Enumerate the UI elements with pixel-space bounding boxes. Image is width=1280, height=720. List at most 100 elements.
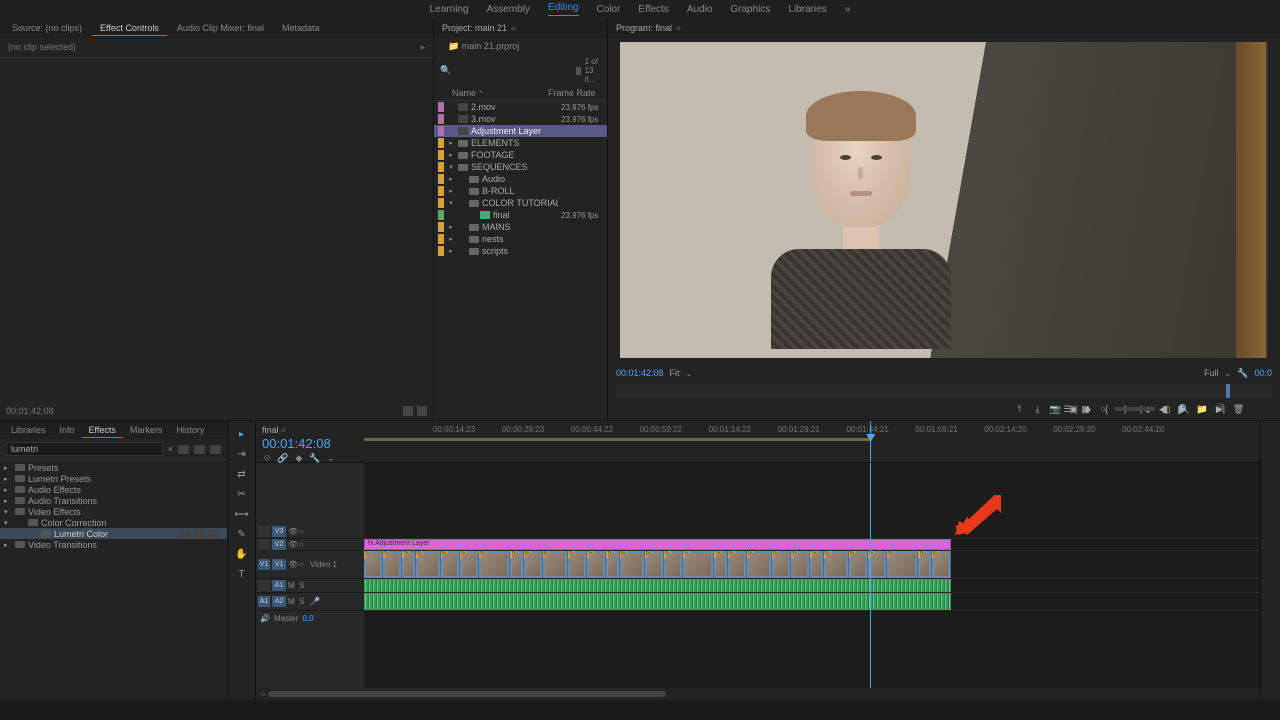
project-header[interactable]: Project: main 21 ≡ <box>434 18 607 38</box>
video-clip[interactable]: fx <box>683 551 714 578</box>
work-area-bar[interactable] <box>364 438 870 441</box>
video-clip[interactable]: fx <box>747 551 772 578</box>
ws-color[interactable]: Color <box>597 4 621 15</box>
project-item[interactable]: ▸FOOTAGE <box>434 149 607 161</box>
res-dropdown-icon[interactable]: ⌄ <box>1225 369 1232 378</box>
lock-icon[interactable]: ○ <box>299 527 308 536</box>
adjustment-layer-clip[interactable]: fx Adjustment Layer <box>364 539 951 550</box>
effects-tree-item[interactable]: ▸Lumetri Presets <box>0 473 227 484</box>
solo-icon[interactable]: S <box>299 597 308 606</box>
resolution-full[interactable]: Full <box>1204 368 1219 378</box>
ws-effects[interactable]: Effects <box>638 4 668 15</box>
project-item[interactable]: ▾COLOR TUTORIAL <box>434 197 607 209</box>
hand-tool[interactable]: ✋ <box>235 547 249 561</box>
new-bin-button[interactable]: 📁 <box>1196 403 1209 416</box>
video-clip[interactable]: fx <box>587 551 606 578</box>
extract-button[interactable]: ⤓ <box>1031 403 1044 416</box>
marker-icon[interactable]: ◆ <box>294 453 304 463</box>
project-item[interactable]: ▸ELEMENTS <box>434 137 607 149</box>
tab-info[interactable]: Info <box>53 423 82 437</box>
lock-icon[interactable]: ○ <box>299 540 308 549</box>
mute-icon[interactable]: 🔊 <box>260 614 270 623</box>
effects-tree-item[interactable]: ▸Audio Effects <box>0 484 227 495</box>
video-clip[interactable]: fx <box>364 551 383 578</box>
video-clip[interactable]: fx <box>772 551 791 578</box>
video-clip[interactable]: fx <box>383 551 402 578</box>
project-breadcrumb[interactable]: 📁 main 21.prproj <box>434 38 607 55</box>
project-column-headers[interactable]: Name⌃ Frame Rate <box>434 86 607 101</box>
solo-icon[interactable]: S <box>299 581 308 590</box>
video-clip[interactable]: fx <box>932 551 951 578</box>
sequence-tab[interactable]: final ≡ <box>262 425 358 435</box>
razor-tool[interactable]: ✂ <box>235 487 249 501</box>
video-clip[interactable]: fx <box>728 551 747 578</box>
snap-icon[interactable]: ⟐ <box>262 453 272 463</box>
lane-a1[interactable] <box>364 579 1260 593</box>
effects-tree-item[interactable]: ▸Audio Transitions <box>0 495 227 506</box>
tab-source[interactable]: Source: (no clips) <box>4 21 90 35</box>
effects-tree-item[interactable]: ▸Video Transitions <box>0 539 227 550</box>
project-item[interactable]: ▸B-ROLL <box>434 185 607 197</box>
video-clip[interactable]: fx <box>714 551 727 578</box>
project-search-input[interactable] <box>455 66 572 76</box>
tab-markers[interactable]: Markers <box>123 423 170 437</box>
video-clip[interactable]: fx <box>606 551 619 578</box>
zoom-out-icon[interactable]: ○ <box>260 689 266 700</box>
seq-close-icon[interactable]: ≡ <box>281 426 286 435</box>
project-item[interactable]: 2.mov23.976 fps <box>434 101 607 113</box>
video-clip[interactable]: fx <box>849 551 868 578</box>
ws-graphics[interactable]: Graphics <box>730 4 770 15</box>
track-header-v3[interactable]: V3 👁 ○ <box>256 525 364 539</box>
project-item[interactable]: ▸nests <box>434 233 607 245</box>
lane-v1[interactable]: fxfxfxfxfxfxfxfxfxfxfxfxfxfxfxfxfxfxfxfx… <box>364 551 1260 579</box>
accel-badge-icon[interactable] <box>178 445 189 454</box>
program-header[interactable]: Program: final ≡ <box>608 18 1280 38</box>
scrub-position[interactable] <box>1226 384 1230 398</box>
ruler-playhead[interactable] <box>870 421 871 462</box>
settings-icon[interactable]: 🔧 <box>310 453 320 463</box>
triangle-icon[interactable]: ▸ <box>420 42 425 53</box>
auto-icon[interactable]: ◧ <box>1160 403 1173 416</box>
eye-icon[interactable]: 👁 <box>288 540 297 549</box>
a1-source-toggle[interactable]: A1 <box>258 596 270 607</box>
panel-menu-icon[interactable]: ≡ <box>511 24 516 33</box>
type-tool[interactable]: T <box>235 567 249 581</box>
slip-tool[interactable]: ⟷ <box>235 507 249 521</box>
v1-source-toggle[interactable]: V1 <box>258 559 270 570</box>
track-header-a2[interactable]: A1 A2 M S 🎤 <box>256 593 364 611</box>
zoom-fit[interactable]: Fit <box>670 368 680 378</box>
project-item[interactable]: ▸scripts <box>434 245 607 257</box>
video-clip[interactable]: fx <box>918 551 931 578</box>
mute-icon[interactable]: M <box>288 597 297 606</box>
effects-tree[interactable]: ▸Presets▸Lumetri Presets▸Audio Effects▸A… <box>0 460 227 700</box>
effects-search-input[interactable] <box>6 442 163 456</box>
project-item[interactable]: 3.mov23.976 fps <box>434 113 607 125</box>
lane-v3[interactable] <box>364 525 1260 539</box>
ripple-edit-tool[interactable]: ⇄ <box>235 467 249 481</box>
timeline-tc[interactable]: 00:01:42:08 <box>262 436 358 451</box>
ws-overflow[interactable]: » <box>845 4 851 15</box>
pen-tool[interactable]: ✎ <box>235 527 249 541</box>
video-clip[interactable]: fx <box>460 551 479 578</box>
ws-editing[interactable]: Editing <box>548 2 579 16</box>
source-icon-2[interactable] <box>417 406 427 416</box>
audio-clip-a2[interactable] <box>364 593 951 610</box>
track-content[interactable]: fx Adjustment Layer fxfxfxfxfxfxfxfxfxfx… <box>364 463 1260 688</box>
col-framerate[interactable]: Frame Rate <box>548 88 596 98</box>
program-monitor[interactable] <box>608 38 1280 362</box>
scroll-thumb[interactable] <box>268 691 666 697</box>
tab-audio-mixer[interactable]: Audio Clip Mixer: final <box>169 21 272 35</box>
eye-icon[interactable]: 👁 <box>288 560 297 569</box>
tab-libraries[interactable]: Libraries <box>4 423 53 437</box>
timeline-scrollbar[interactable]: ○ <box>256 688 1260 700</box>
ws-learning[interactable]: Learning <box>430 4 469 15</box>
tab-history[interactable]: History <box>169 423 211 437</box>
col-name[interactable]: Name <box>452 88 476 98</box>
tab-metadata[interactable]: Metadata <box>274 21 328 35</box>
new-item-button[interactable]: 🗎 <box>1214 403 1227 416</box>
video-clip[interactable]: fx <box>791 551 810 578</box>
mute-icon[interactable]: M <box>288 581 297 590</box>
project-item[interactable]: ▾SEQUENCES <box>434 161 607 173</box>
video-clip[interactable]: fx <box>416 551 441 578</box>
zoom-dropdown-icon[interactable]: ⌄ <box>686 369 693 378</box>
